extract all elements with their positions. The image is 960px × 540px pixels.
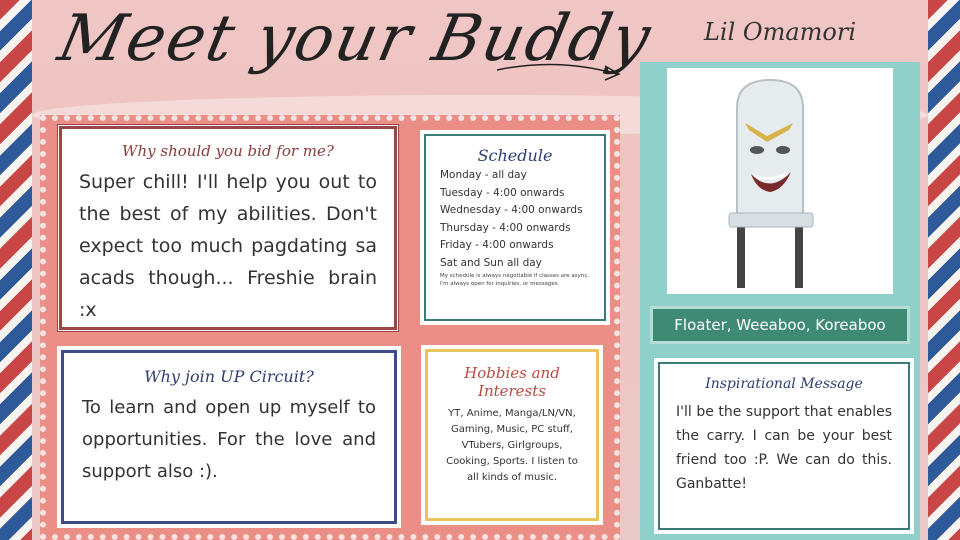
profile-photo xyxy=(667,68,893,294)
inspirational-card: Inspirational Message I'll be the suppor… xyxy=(664,368,904,524)
schedule-line: Wednesday - 4:00 onwards xyxy=(440,204,583,216)
inspirational-heading: Inspirational Message xyxy=(705,376,863,392)
airmail-border-left xyxy=(0,0,32,540)
schedule-line: Thursday - 4:00 onwards xyxy=(440,221,571,234)
arrow-icon xyxy=(496,63,621,81)
hobbies-heading: Hobbies and Interests xyxy=(464,364,560,400)
led-face-illustration xyxy=(728,78,814,288)
buddy-name: Lil Omamori xyxy=(703,18,856,46)
schedule-heading: Schedule xyxy=(477,146,553,165)
why-bid-card: Why should you bid for me? Super chill! … xyxy=(59,126,397,330)
schedule-card: Schedule Monday - all day Tuesday - 4:00… xyxy=(430,140,600,315)
airmail-border-right xyxy=(928,0,960,540)
why-join-card: Why join UP Circuit? To learn and open u… xyxy=(68,357,390,517)
schedule-line: Friday - 4:00 onwards xyxy=(440,239,554,251)
inspirational-text: I'll be the support that enables the car… xyxy=(676,404,892,492)
schedule-line: Tuesday - 4:00 onwards xyxy=(440,186,565,199)
why-join-text: To learn and open up myself to opportuni… xyxy=(82,397,376,482)
schedule-note: My schedule is always negotiable if clas… xyxy=(440,273,590,287)
hobbies-card: Hobbies and Interests YT, Anime, Manga/L… xyxy=(432,356,592,514)
why-join-heading: Why join UP Circuit? xyxy=(144,367,314,386)
why-bid-heading: Why should you bid for me? xyxy=(122,142,334,160)
schedule-line: Sat and Sun all day xyxy=(440,256,542,269)
schedule-line: Monday - all day xyxy=(440,169,527,181)
tagline-banner: Floater, Weeaboo, Koreaboo xyxy=(650,306,910,344)
why-bid-text: Super chill! I'll help you out to the be… xyxy=(79,171,377,321)
hobbies-text: YT, Anime, Manga/LN/VN, Gaming, Music, P… xyxy=(446,408,578,483)
